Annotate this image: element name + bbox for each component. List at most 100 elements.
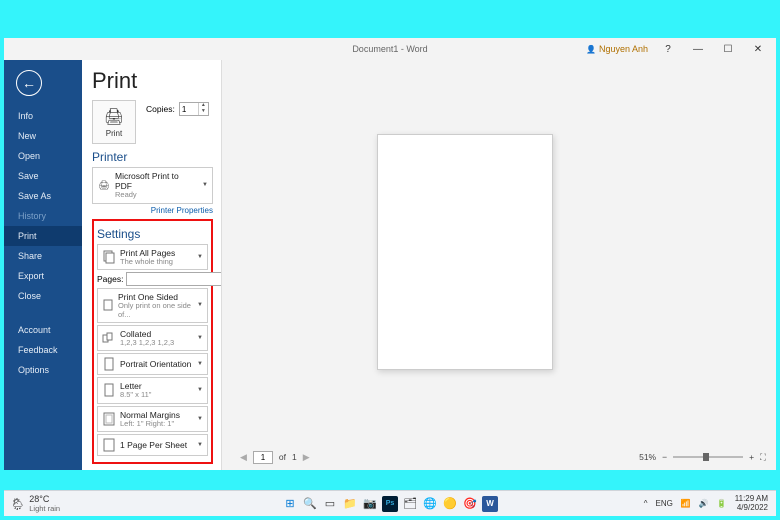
copies-input[interactable] xyxy=(180,103,198,115)
printer-selector[interactable]: 🖨 Microsoft Print to PDF Ready ▼ xyxy=(92,167,213,204)
edge-icon[interactable]: 🌐 xyxy=(422,496,438,512)
setting-sub: Left: 1" Right: 1" xyxy=(120,420,180,428)
sidebar-item-saveas[interactable]: Save As xyxy=(4,186,82,206)
word-icon[interactable]: W xyxy=(482,496,498,512)
setting-one-sided[interactable]: Print One Sided Only print on one side o… xyxy=(97,288,208,323)
zoom-percent: 51% xyxy=(639,452,656,462)
wifi-icon[interactable]: 📶 xyxy=(681,499,691,508)
setting-label: 1 Page Per Sheet xyxy=(120,440,187,450)
page-title: Print xyxy=(92,68,213,94)
clock-date: 4/9/2022 xyxy=(735,504,768,513)
setting-sub: 8.5" x 11" xyxy=(120,391,151,399)
per-sheet-icon xyxy=(102,438,116,452)
copies-spinner[interactable]: ▲▼ xyxy=(179,102,209,116)
print-button-label: Print xyxy=(106,129,122,138)
chevron-down-icon: ▼ xyxy=(197,302,203,308)
back-arrow-icon: ← xyxy=(22,75,36,91)
page-total: 1 xyxy=(292,452,297,462)
sidebar-item-open[interactable]: Open xyxy=(4,146,82,166)
setting-collated[interactable]: Collated 1,2,3 1,2,3 1,2,3 ▼ xyxy=(97,325,208,351)
sidebar-item-info[interactable]: Info xyxy=(4,106,82,126)
page-nav: ◀ of 1 ▶ xyxy=(240,451,310,464)
chevron-down-icon: ▼ xyxy=(197,335,203,341)
zoom-controls: 51% − + ⛶ xyxy=(639,452,766,463)
sidebar-item-account[interactable]: Account xyxy=(4,320,82,340)
taskbar-weather[interactable]: 🌦 28°C Light rain xyxy=(4,494,60,513)
chevron-down-icon: ▼ xyxy=(197,361,203,367)
photoshop-icon[interactable]: Ps xyxy=(382,496,398,512)
sidebar-item-new[interactable]: New xyxy=(4,126,82,146)
sidebar-item-save[interactable]: Save xyxy=(4,166,82,186)
language-indicator[interactable]: ENG xyxy=(656,499,673,508)
user-name[interactable]: Nguyen Anh xyxy=(586,44,648,54)
back-button[interactable]: ← xyxy=(16,70,42,96)
start-button[interactable]: ⊞ xyxy=(282,496,298,512)
pages-row: Pages: i xyxy=(97,272,208,286)
battery-icon[interactable]: 🔋 xyxy=(717,499,727,508)
chrome-icon[interactable]: 🟡 xyxy=(442,496,458,512)
app-icon[interactable]: 🎯 xyxy=(462,496,478,512)
printer-status: Ready xyxy=(115,191,198,199)
explorer-icon[interactable]: 📁 xyxy=(342,496,358,512)
camera-icon[interactable]: 📷 xyxy=(362,496,378,512)
title-bar-right: Nguyen Anh ? — ☐ ✕ xyxy=(586,44,776,55)
clock[interactable]: 11:29 AM 4/9/2022 xyxy=(735,495,768,513)
app-window: Document1 - Word Nguyen Anh ? — ☐ ✕ ← In… xyxy=(4,38,776,470)
settings-highlight-box: Settings Print All Pages The whole thing… xyxy=(92,219,213,464)
chevron-down-icon: ▼ xyxy=(197,442,203,448)
sidebar-item-options[interactable]: Options xyxy=(4,360,82,380)
help-button[interactable]: ? xyxy=(658,44,678,55)
next-page-button[interactable]: ▶ xyxy=(303,452,310,463)
minimize-button[interactable]: — xyxy=(688,44,708,55)
sidebar-item-feedback[interactable]: Feedback xyxy=(4,340,82,360)
page-preview xyxy=(377,134,553,370)
printer-properties-link[interactable]: Printer Properties xyxy=(92,206,213,215)
print-action-row: 🖨 Print Copies: ▲▼ xyxy=(92,100,213,144)
setting-pages-per-sheet[interactable]: 1 Page Per Sheet ▼ xyxy=(97,434,208,456)
setting-orientation[interactable]: Portrait Orientation ▼ xyxy=(97,353,208,375)
sidebar-item-print[interactable]: Print xyxy=(4,226,82,246)
task-view-icon[interactable]: ▭ xyxy=(322,496,338,512)
sidebar-item-close[interactable]: Close xyxy=(4,286,82,306)
setting-label: Portrait Orientation xyxy=(120,359,191,369)
maximize-button[interactable]: ☐ xyxy=(718,44,738,55)
backstage-sidebar: ← Info New Open Save Save As History Pri… xyxy=(4,60,82,470)
printer-icon: 🖨 xyxy=(104,107,124,127)
sidebar-item-share[interactable]: Share xyxy=(4,246,82,266)
main-area: ← Info New Open Save Save As History Pri… xyxy=(4,60,776,470)
close-button[interactable]: ✕ xyxy=(748,44,768,55)
prev-page-button[interactable]: ◀ xyxy=(240,452,247,463)
setting-print-all-pages[interactable]: Print All Pages The whole thing ▼ xyxy=(97,244,208,270)
preview-footer: ◀ of 1 ▶ 51% − + ⛶ xyxy=(222,448,776,466)
portrait-icon xyxy=(102,357,116,371)
copies-label: Copies: xyxy=(146,104,175,114)
zoom-out-button[interactable]: − xyxy=(662,452,667,462)
zoom-in-button[interactable]: + xyxy=(749,452,754,462)
title-bar: Document1 - Word Nguyen Anh ? — ☐ ✕ xyxy=(4,38,776,60)
pages-label: Pages: xyxy=(97,274,123,284)
setting-margins[interactable]: Normal Margins Left: 1" Right: 1" ▼ xyxy=(97,406,208,432)
chevron-down-icon: ▼ xyxy=(202,182,208,188)
weather-icon: 🌦 xyxy=(10,497,25,511)
printer-text: Microsoft Print to PDF Ready xyxy=(115,171,198,200)
files-icon[interactable]: 🗂 xyxy=(402,496,418,512)
sidebar-item-export[interactable]: Export xyxy=(4,266,82,286)
tray-chevron-icon[interactable]: ^ xyxy=(644,499,648,508)
print-button[interactable]: 🖨 Print xyxy=(92,100,136,144)
zoom-thumb[interactable] xyxy=(703,453,709,461)
page-number-input[interactable] xyxy=(253,451,273,464)
setting-sub: Only print on one side of... xyxy=(118,302,193,319)
sidebar-item-history[interactable]: History xyxy=(4,206,82,226)
taskbar: 🌦 28°C Light rain ⊞ 🔍 ▭ 📁 📷 Ps 🗂 🌐 🟡 🎯 W… xyxy=(4,490,776,516)
spinner-arrows[interactable]: ▲▼ xyxy=(198,103,208,115)
printer-name: Microsoft Print to PDF xyxy=(115,171,198,191)
one-sided-icon xyxy=(102,298,114,312)
pages-input[interactable] xyxy=(126,272,222,286)
search-icon[interactable]: 🔍 xyxy=(302,496,318,512)
zoom-fit-button[interactable]: ⛶ xyxy=(760,452,766,463)
printer-heading: Printer xyxy=(92,150,213,164)
volume-icon[interactable]: 🔊 xyxy=(699,499,709,508)
zoom-slider[interactable] xyxy=(673,456,743,458)
weather-desc: Light rain xyxy=(29,504,60,513)
setting-paper-size[interactable]: Letter 8.5" x 11" ▼ xyxy=(97,377,208,403)
